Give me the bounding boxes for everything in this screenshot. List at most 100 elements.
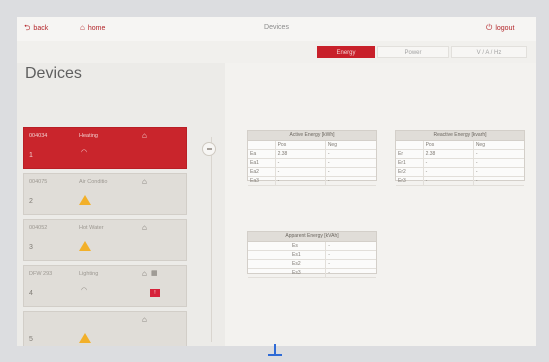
warning-icon bbox=[79, 241, 91, 251]
table-header-cell: Pos bbox=[424, 141, 474, 149]
home-icon: ⌂ bbox=[142, 269, 147, 278]
device-code: 004075 bbox=[29, 179, 48, 185]
device-code: DFW 293 bbox=[29, 271, 53, 277]
device-number: 1 bbox=[29, 152, 33, 159]
table-cell: - bbox=[424, 168, 474, 176]
table-cell: - bbox=[475, 178, 478, 184]
table-row: Er2 - - bbox=[396, 168, 524, 177]
table-row: Es - bbox=[248, 242, 376, 251]
table-row: Es3 - bbox=[248, 269, 376, 278]
device-number: 4 bbox=[29, 290, 33, 297]
table-cell: Ea bbox=[248, 150, 276, 158]
device-name: Heating bbox=[79, 133, 98, 139]
device-card[interactable]: 004034 Heating ⌂ 1 ◠ bbox=[23, 127, 187, 169]
top-bar: ⮌ back ⌂ home Devices ⏻ logout bbox=[17, 17, 536, 42]
table-header-cell: Neg bbox=[327, 142, 337, 148]
bottom-marker bbox=[268, 344, 282, 356]
device-number: 2 bbox=[29, 198, 33, 205]
table-cell: Er2 bbox=[396, 168, 424, 176]
device-card[interactable]: DFW 293 Lighting ⌂ ▦ 4 ◠ ! bbox=[23, 265, 187, 307]
table-cell: - bbox=[327, 151, 330, 157]
table-row: Er 2.38 - bbox=[396, 150, 524, 159]
table-header-cell bbox=[248, 141, 276, 149]
building-icon: ▦ bbox=[151, 270, 158, 277]
table-cell: 2.38 bbox=[276, 150, 326, 158]
tab-bar: Energy Power V / A / Hz bbox=[17, 41, 536, 63]
table-cell: Es2 bbox=[248, 260, 327, 268]
table-cell: - bbox=[328, 252, 330, 258]
table-title: Reactive Energy [kvarh] bbox=[396, 131, 524, 141]
reactive-energy-table: Reactive Energy [kvarh] Pos Neg Er 2.38 … bbox=[395, 130, 525, 186]
device-name: Hot Water bbox=[79, 225, 104, 231]
table-cell: Es1 bbox=[248, 251, 327, 259]
table-row: Ea 2.38 - bbox=[248, 150, 376, 159]
warning-icon bbox=[79, 333, 91, 343]
table-cell: - bbox=[276, 168, 326, 176]
table-cell: 2.38 bbox=[424, 150, 474, 158]
table-cell: - bbox=[328, 270, 330, 276]
table-cell: - bbox=[424, 177, 474, 185]
table-title: Active Energy [kWh] bbox=[248, 131, 376, 141]
wifi-icon: ◠ bbox=[81, 287, 88, 294]
table-cell: Es3 bbox=[248, 269, 327, 277]
table-cell: - bbox=[276, 177, 326, 185]
table-row: Ea1 - - bbox=[248, 159, 376, 168]
active-energy-table: Active Energy [kWh] Pos Neg Ea 2.38 - Ea… bbox=[247, 130, 377, 186]
table-cell: - bbox=[475, 169, 478, 175]
table-cell: Er3 bbox=[396, 177, 424, 185]
device-code: 004034 bbox=[29, 133, 48, 139]
table-cell: Er1 bbox=[396, 159, 424, 167]
table-row: Ea2 - - bbox=[248, 168, 376, 177]
table-cell: Er bbox=[396, 150, 424, 158]
logout-button[interactable]: ⏻ logout bbox=[486, 24, 514, 32]
home-icon: ⌂ bbox=[142, 315, 147, 324]
tab-v-a-hz[interactable]: V / A / Hz bbox=[451, 46, 527, 58]
device-card[interactable]: ⌂ 5 bbox=[23, 311, 187, 346]
table-cell: - bbox=[475, 151, 478, 157]
app-window: ⮌ back ⌂ home Devices ⏻ logout Energy Po… bbox=[17, 17, 536, 346]
home-icon: ⌂ bbox=[142, 223, 147, 232]
table-header-cell bbox=[396, 141, 424, 149]
scrollbar-handle[interactable] bbox=[202, 142, 216, 156]
main-panel bbox=[225, 63, 536, 346]
device-number: 5 bbox=[29, 336, 33, 343]
table-header-cell: Neg bbox=[475, 142, 485, 148]
table-cell: - bbox=[327, 169, 330, 175]
table-cell: - bbox=[276, 159, 326, 167]
table-cell: - bbox=[328, 261, 330, 267]
warning-icon bbox=[79, 195, 91, 205]
wifi-icon: ◠ bbox=[81, 149, 88, 156]
table-cell: Es bbox=[248, 242, 327, 250]
logout-icon: ⏻ bbox=[486, 23, 493, 32]
table-cell: - bbox=[327, 160, 330, 166]
table-header-row: Pos Neg bbox=[248, 141, 376, 150]
logout-label: logout bbox=[495, 24, 515, 32]
scrollbar-track[interactable] bbox=[211, 137, 212, 342]
table-row: Es2 - bbox=[248, 260, 376, 269]
table-cell: Ea3 bbox=[248, 177, 276, 185]
table-cell: Ea2 bbox=[248, 168, 276, 176]
alert-badge: ! bbox=[150, 289, 160, 297]
table-title: Apparent Energy [kVAh] bbox=[248, 232, 376, 242]
table-header-row: Pos Neg bbox=[396, 141, 524, 150]
tab-energy[interactable]: Energy bbox=[317, 46, 375, 58]
table-row: Ea3 - - bbox=[248, 177, 376, 186]
table-cell: - bbox=[424, 159, 474, 167]
device-number: 3 bbox=[29, 244, 33, 251]
table-row: Es1 - bbox=[248, 251, 376, 260]
tab-power[interactable]: Power bbox=[377, 46, 449, 58]
table-cell: Ea1 bbox=[248, 159, 276, 167]
table-row: Er3 - - bbox=[396, 177, 524, 186]
sidebar-title: Devices bbox=[25, 65, 82, 82]
device-card[interactable]: 004052 Hot Water ⌂ 3 bbox=[23, 219, 187, 261]
apparent-energy-table: Apparent Energy [kVAh] Es - Es1 - Es2 - … bbox=[247, 231, 377, 278]
device-card[interactable]: 004075 Air Conditio ⌂ 2 bbox=[23, 173, 187, 215]
table-cell: - bbox=[475, 160, 478, 166]
device-code: 004052 bbox=[29, 225, 48, 231]
table-cell: - bbox=[328, 243, 330, 249]
device-name: Air Conditio bbox=[79, 179, 108, 185]
home-icon: ⌂ bbox=[142, 131, 147, 140]
table-row: Er1 - - bbox=[396, 159, 524, 168]
table-header-cell: Pos bbox=[276, 141, 326, 149]
page-title: Devices bbox=[264, 24, 289, 31]
